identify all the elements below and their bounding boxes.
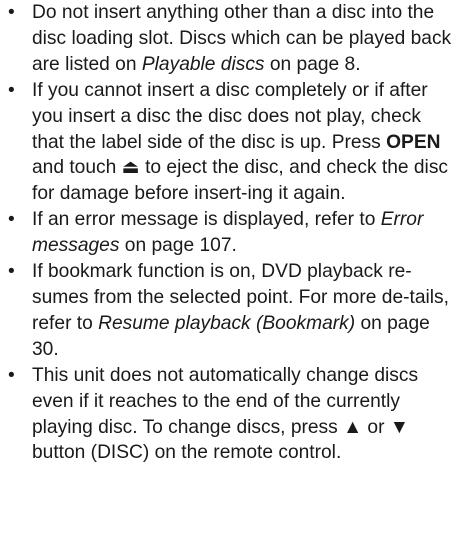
bullet-icon: • [8,364,15,386]
list-item-bookmark: • If bookmark function is on, DVD playba… [8,261,449,360]
bullet-list: • Do not insert anything other than a di… [6,0,454,466]
list-item-insert-disc: • Do not insert anything other than a di… [8,2,452,75]
list-item-eject-disc: • If you cannot insert a disc completely… [8,79,449,205]
bullet-icon: • [8,209,15,231]
triangle-up-icon: ▲ [343,416,363,438]
playable-discs-reference: Playable discs [141,53,265,75]
bullet-icon: • [8,261,15,283]
open-button-label: OPEN [386,131,441,153]
bullet-icon: • [8,2,15,23]
list-item-change-discs: • This unit does not automatically chang… [8,364,419,464]
manual-notes: • Do not insert anything other than a di… [6,0,454,466]
bullet-icon: • [8,79,15,101]
list-item-error-message: • If an error message is displayed, refe… [8,209,424,257]
resume-playback-reference: Resume playback (Bookmark) [98,312,356,334]
eject-icon: ⏏ [121,157,140,179]
triangle-down-icon: ▼ [389,416,409,438]
